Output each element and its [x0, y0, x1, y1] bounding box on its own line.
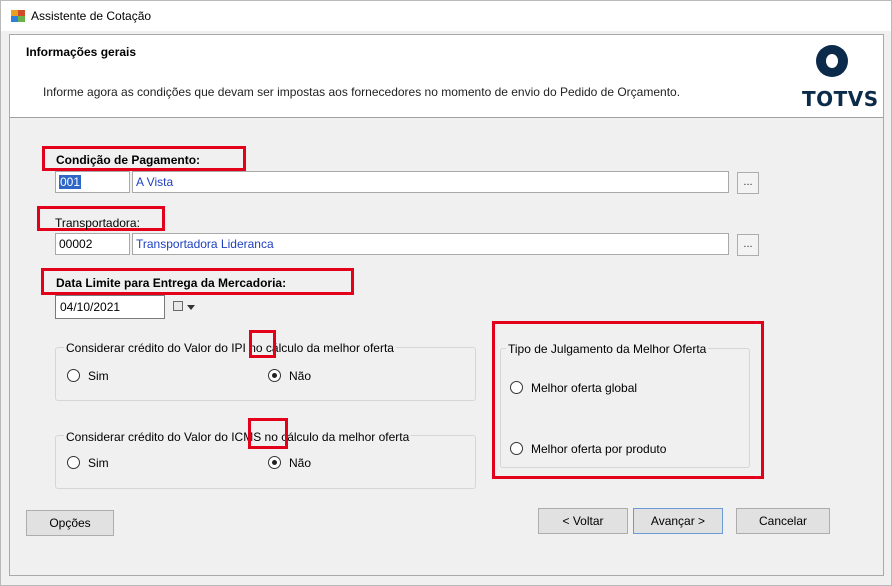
icms-sim-radio[interactable] — [67, 456, 80, 469]
highlight-icms — [248, 418, 288, 449]
carrier-description-field: Transportadora Lideranca — [132, 233, 729, 255]
wizard-header: Informações gerais Informe agora as cond… — [10, 35, 883, 118]
next-button[interactable]: Avançar > — [633, 508, 723, 534]
judgment-product-label: Melhor oferta por produto — [531, 442, 667, 456]
carrier-lookup-button[interactable]: ... — [737, 234, 759, 256]
icms-sim-label: Sim — [88, 456, 109, 470]
cancel-button[interactable]: Cancelar — [736, 508, 830, 534]
ipi-group-title: Considerar crédito do Valor do IPI no cá… — [64, 341, 396, 355]
payment-code-input[interactable]: 001 — [55, 171, 130, 193]
delivery-label: Data Limite para Entrega da Mercadoria: — [56, 276, 287, 290]
title-bar: Assistente de Cotação — [1, 1, 891, 31]
ipi-nao-radio[interactable] — [268, 369, 281, 382]
icms-nao-radio[interactable] — [268, 456, 281, 469]
icms-title-pre: Considerar crédito do Valor do — [66, 430, 232, 444]
back-button[interactable]: < Voltar — [538, 508, 628, 534]
calendar-dropdown-button[interactable] — [169, 296, 201, 318]
calendar-icon — [173, 301, 183, 311]
carrier-code-input[interactable]: 00002 — [55, 233, 130, 255]
page-title: Informações gerais — [26, 45, 137, 59]
ipi-title-pre: Considerar crédito do Valor do — [66, 341, 232, 355]
payment-code-value: 001 — [59, 175, 82, 189]
app-icon — [11, 10, 25, 22]
icms-group-title: Considerar crédito do Valor do ICMS no c… — [64, 430, 412, 444]
judgment-product-radio[interactable] — [510, 442, 523, 455]
ipi-nao-label: Não — [289, 369, 312, 383]
totvs-logo-text: TOTVS — [802, 87, 879, 111]
payment-description-field: A Vista — [132, 171, 729, 193]
window-title: Assistente de Cotação — [31, 9, 152, 23]
payment-label: Condição de Pagamento: — [56, 153, 201, 167]
chevron-down-icon — [187, 305, 195, 310]
icms-nao-label: Não — [289, 456, 312, 470]
page-subtitle: Informe agora as condições que devam ser… — [43, 85, 681, 99]
totvs-logo-icon — [816, 45, 848, 77]
ipi-sim-label: Sim — [88, 369, 109, 383]
payment-lookup-button[interactable]: ... — [737, 172, 759, 194]
wizard-window: Assistente de Cotação Informações gerais… — [0, 0, 892, 586]
highlight-ipi — [249, 330, 276, 358]
options-button[interactable]: Opções — [26, 510, 114, 536]
carrier-label: Transportadora: — [55, 216, 140, 230]
wizard-panel: Informações gerais Informe agora as cond… — [9, 34, 884, 576]
judgment-global-radio[interactable] — [510, 381, 523, 394]
ipi-title-tax: IPI — [231, 341, 246, 355]
ipi-sim-radio[interactable] — [67, 369, 80, 382]
delivery-date-input[interactable]: 04/10/2021 — [55, 295, 165, 319]
judgment-global-label: Melhor oferta global — [531, 381, 638, 395]
